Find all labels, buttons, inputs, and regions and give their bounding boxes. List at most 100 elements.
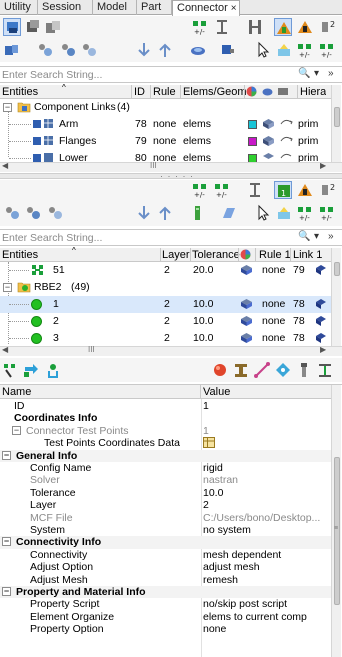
column-header[interactable]: ID [134, 86, 145, 98]
panel-splitter[interactable]: · · · · · [0, 171, 342, 181]
more-tools-icon[interactable] [316, 361, 334, 379]
part-view-icon[interactable] [24, 18, 42, 36]
find-icon[interactable] [36, 41, 54, 59]
column-header[interactable]: Rule [153, 86, 176, 98]
show-icon[interactable] [274, 18, 292, 36]
column-header[interactable]: Name [2, 386, 31, 398]
fastener-icon[interactable] [295, 361, 313, 379]
search-icon[interactable]: 🔍 [298, 231, 310, 245]
move-down-icon[interactable] [135, 41, 153, 59]
display-icon[interactable] [240, 332, 253, 347]
color-swatch[interactable] [248, 120, 257, 129]
review-icon[interactable] [275, 204, 293, 222]
property-row[interactable]: System no system [0, 524, 331, 536]
property-value[interactable]: no system [203, 524, 251, 536]
search-input[interactable]: Enter Search String... [2, 232, 102, 244]
tab-session[interactable]: Session [38, 0, 93, 15]
column-header[interactable]: Layer [162, 249, 190, 261]
color-column-icon[interactable] [246, 86, 257, 100]
display-icon[interactable] [240, 298, 253, 313]
unmask-icon[interactable]: +/- [318, 41, 336, 59]
realize-icon[interactable] [22, 361, 40, 379]
find-between-icon[interactable] [46, 204, 64, 222]
property-row[interactable]: Adjust Mesh remesh [0, 574, 331, 586]
area-icon[interactable] [274, 361, 292, 379]
column-header[interactable]: Hiera [300, 86, 326, 98]
tab-utility[interactable]: Utility [0, 0, 38, 15]
show-icon[interactable]: 1 [274, 181, 292, 199]
connector-view-icon[interactable] [3, 18, 21, 36]
link-icon[interactable] [279, 152, 293, 162]
more-options-icon[interactable]: 2 [319, 181, 337, 199]
search-icon[interactable]: 🔍 [298, 68, 310, 82]
display-icon[interactable] [315, 298, 327, 313]
split-icon[interactable]: +/- [213, 181, 231, 199]
color-icon[interactable] [189, 41, 207, 59]
display-column-icon[interactable] [262, 86, 273, 100]
select-cursor-icon[interactable] [254, 204, 272, 222]
property-row[interactable]: Test Points Coordinates Data [0, 437, 331, 449]
link-icon[interactable] [279, 135, 293, 150]
color-swatch[interactable] [248, 137, 257, 146]
horizontal-scrollbar[interactable]: ◀ III ▶ [0, 345, 342, 356]
isolate-icon[interactable] [296, 18, 314, 36]
property-value[interactable]: rigid [203, 462, 223, 474]
property-row[interactable]: ID 1 [0, 400, 331, 412]
property-value[interactable]: 10.0 [203, 487, 223, 499]
find-icon[interactable] [3, 204, 21, 222]
tree-group-row[interactable]: − RBE2 (49) [0, 279, 331, 296]
collapse-icon[interactable]: − [3, 103, 12, 112]
property-row[interactable]: Property Option none [0, 623, 331, 635]
color-swatch[interactable] [248, 154, 257, 162]
find-between-icon[interactable] [80, 41, 98, 59]
vertical-scrollbar[interactable]: ≡ [331, 385, 341, 657]
property-value[interactable]: remesh [203, 574, 238, 586]
property-row[interactable]: Adjust Option adjust mesh [0, 561, 331, 573]
display-icon[interactable] [315, 315, 327, 330]
seam-icon[interactable] [253, 361, 271, 379]
collapse-icon[interactable]: − [2, 450, 11, 460]
color-column-icon[interactable] [240, 249, 251, 263]
separator-icon[interactable] [246, 181, 264, 199]
move-down-icon[interactable] [135, 204, 153, 222]
display-mode-icon[interactable] [219, 41, 237, 59]
table-row[interactable]: 2 2 10.0 none 78 [0, 313, 331, 330]
property-row[interactable]: Layer 2 [0, 499, 331, 511]
visibility-column-icon[interactable] [277, 86, 289, 100]
column-header[interactable]: Tolerance [192, 249, 240, 261]
property-value[interactable]: mesh dependent [203, 549, 281, 561]
tab-model[interactable]: Model [93, 0, 137, 15]
display-icon[interactable] [315, 264, 327, 279]
assembly-view-icon[interactable] [44, 18, 62, 36]
property-value[interactable]: adjust mesh [203, 561, 260, 573]
table-row[interactable]: Flanges 79 none elems prim [0, 133, 331, 150]
find-attached-icon[interactable] [59, 41, 77, 59]
property-row[interactable]: Property Script no/skip post script [0, 598, 331, 610]
unrealize-icon[interactable] [44, 361, 62, 379]
column-header[interactable]: Entities [2, 86, 38, 98]
display-icon[interactable] [240, 315, 253, 330]
display-icon[interactable] [262, 135, 275, 150]
property-row[interactable]: MCF File C:/Users/bono/Desktop... [0, 512, 331, 524]
property-row[interactable]: Tolerance 10.0 [0, 487, 331, 499]
display-mode-icon[interactable] [220, 204, 238, 222]
property-section[interactable]: − Connector Test Points 1 [0, 425, 331, 437]
display-icon[interactable] [262, 118, 275, 133]
find-attached-icon[interactable] [24, 204, 42, 222]
tab-connector[interactable]: Connector × [172, 0, 240, 16]
connector-edit-icon[interactable] [2, 361, 20, 379]
vertical-scrollbar[interactable] [331, 248, 341, 346]
move-up-icon[interactable] [156, 41, 174, 59]
bolt-icon[interactable] [232, 361, 250, 379]
property-row[interactable]: Config Name rigid [0, 462, 331, 474]
move-up-icon[interactable] [156, 204, 174, 222]
collapse-icon[interactable]: » [328, 231, 334, 245]
property-row[interactable]: Coordinates Info [0, 412, 331, 424]
tree-group-row[interactable]: − Component Links (4) [0, 99, 331, 116]
property-row[interactable]: Solver nastran [0, 474, 331, 486]
group-icon[interactable] [246, 18, 264, 36]
close-icon[interactable]: × [231, 3, 237, 14]
display-icon[interactable] [262, 152, 275, 162]
column-header[interactable]: Entities [2, 249, 38, 261]
search-input[interactable]: Enter Search String... [2, 69, 102, 81]
